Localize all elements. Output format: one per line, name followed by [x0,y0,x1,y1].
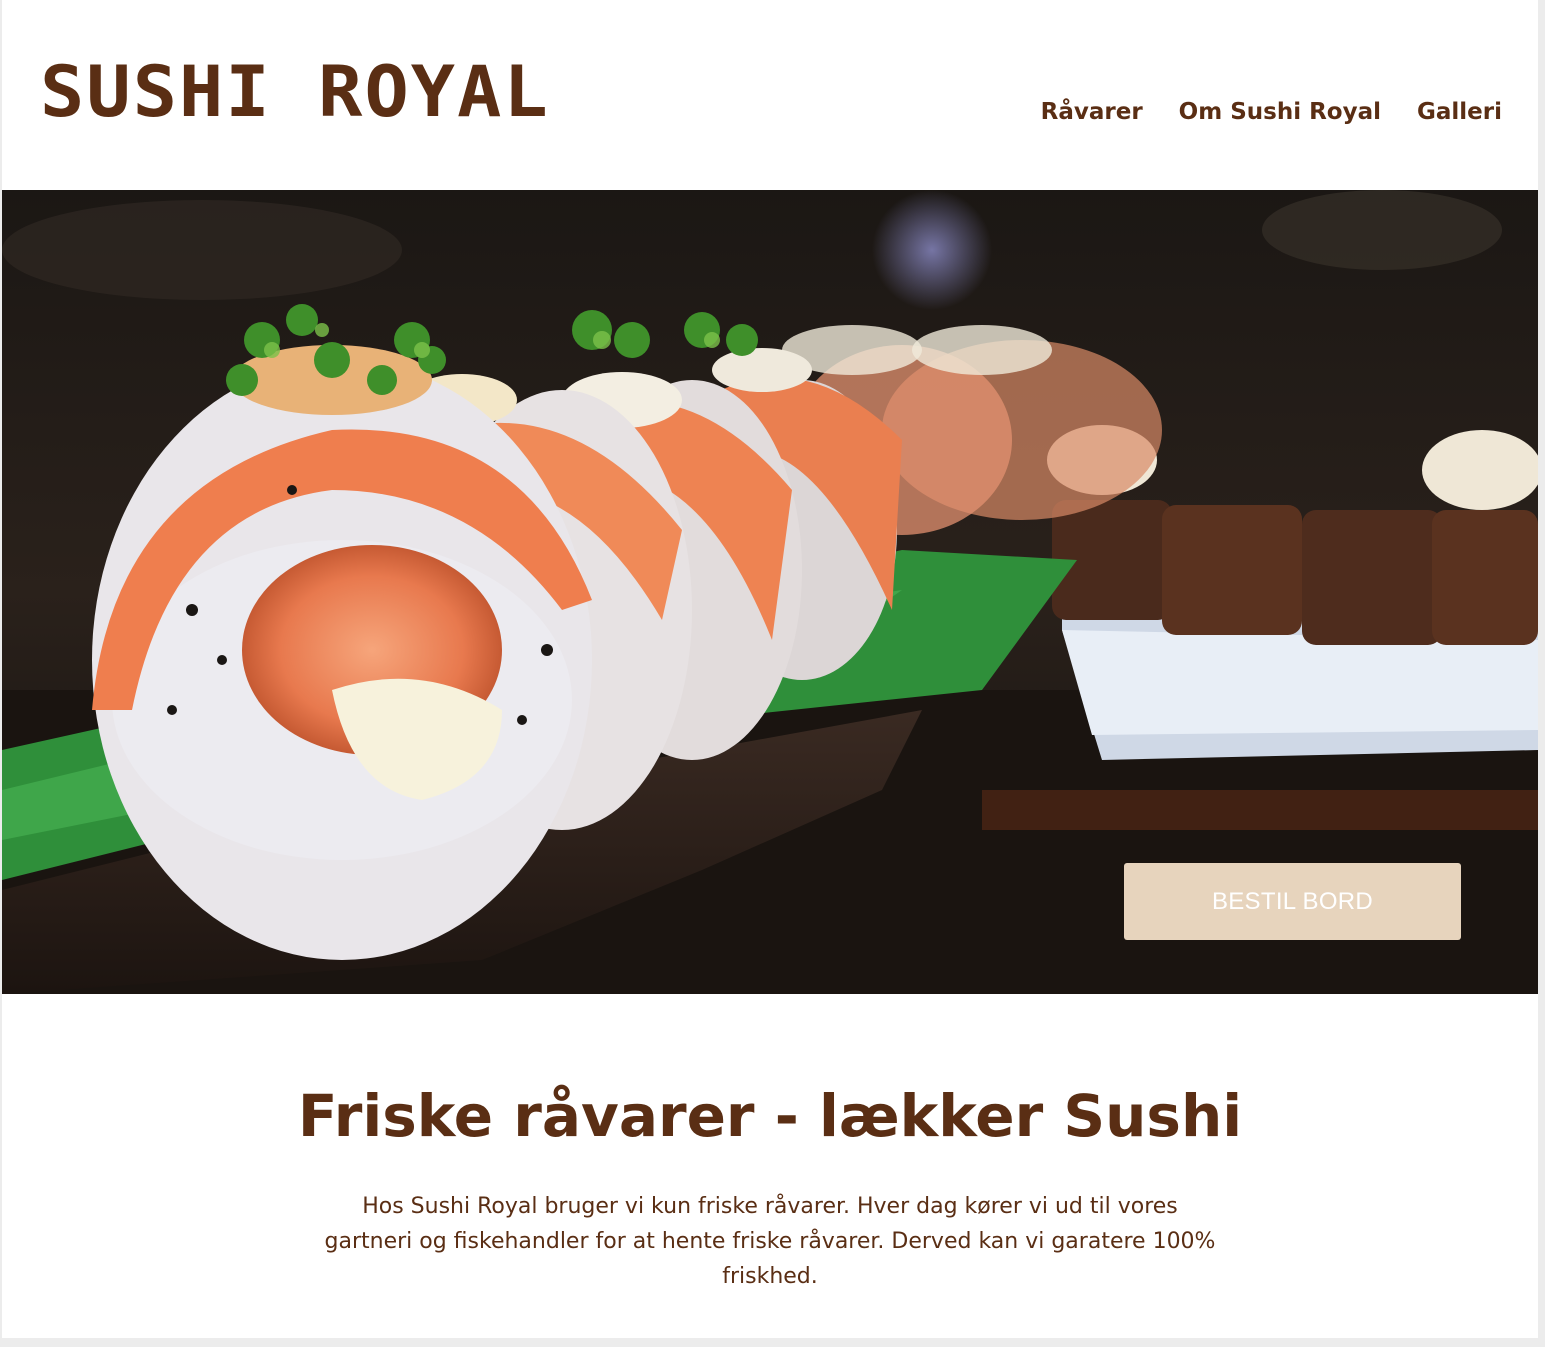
site-logo[interactable]: SUSHI ROYAL [40,52,550,132]
nav-link-ravarer[interactable]: Råvarer [1041,95,1143,129]
site-header: SUSHI ROYAL Råvarer Om Sushi Royal Galle… [2,0,1538,190]
main-nav: Råvarer Om Sushi Royal Galleri [1041,95,1502,129]
intro-section: Friske råvarer - lækker Sushi Hos Sushi … [2,994,1538,1338]
nav-link-galleri[interactable]: Galleri [1417,95,1502,129]
book-table-button[interactable]: BESTIL BORD [1124,863,1461,940]
nav-link-om-sushi-royal[interactable]: Om Sushi Royal [1179,95,1381,129]
intro-paragraph: Hos Sushi Royal bruger vi kun friske råv… [324,1194,1216,1289]
intro-headline: Friske råvarer - lækker Sushi [297,1082,1243,1150]
page: SUSHI ROYAL Råvarer Om Sushi Royal Galle… [2,0,1538,1338]
hero-section: BESTIL BORD [2,190,1538,994]
